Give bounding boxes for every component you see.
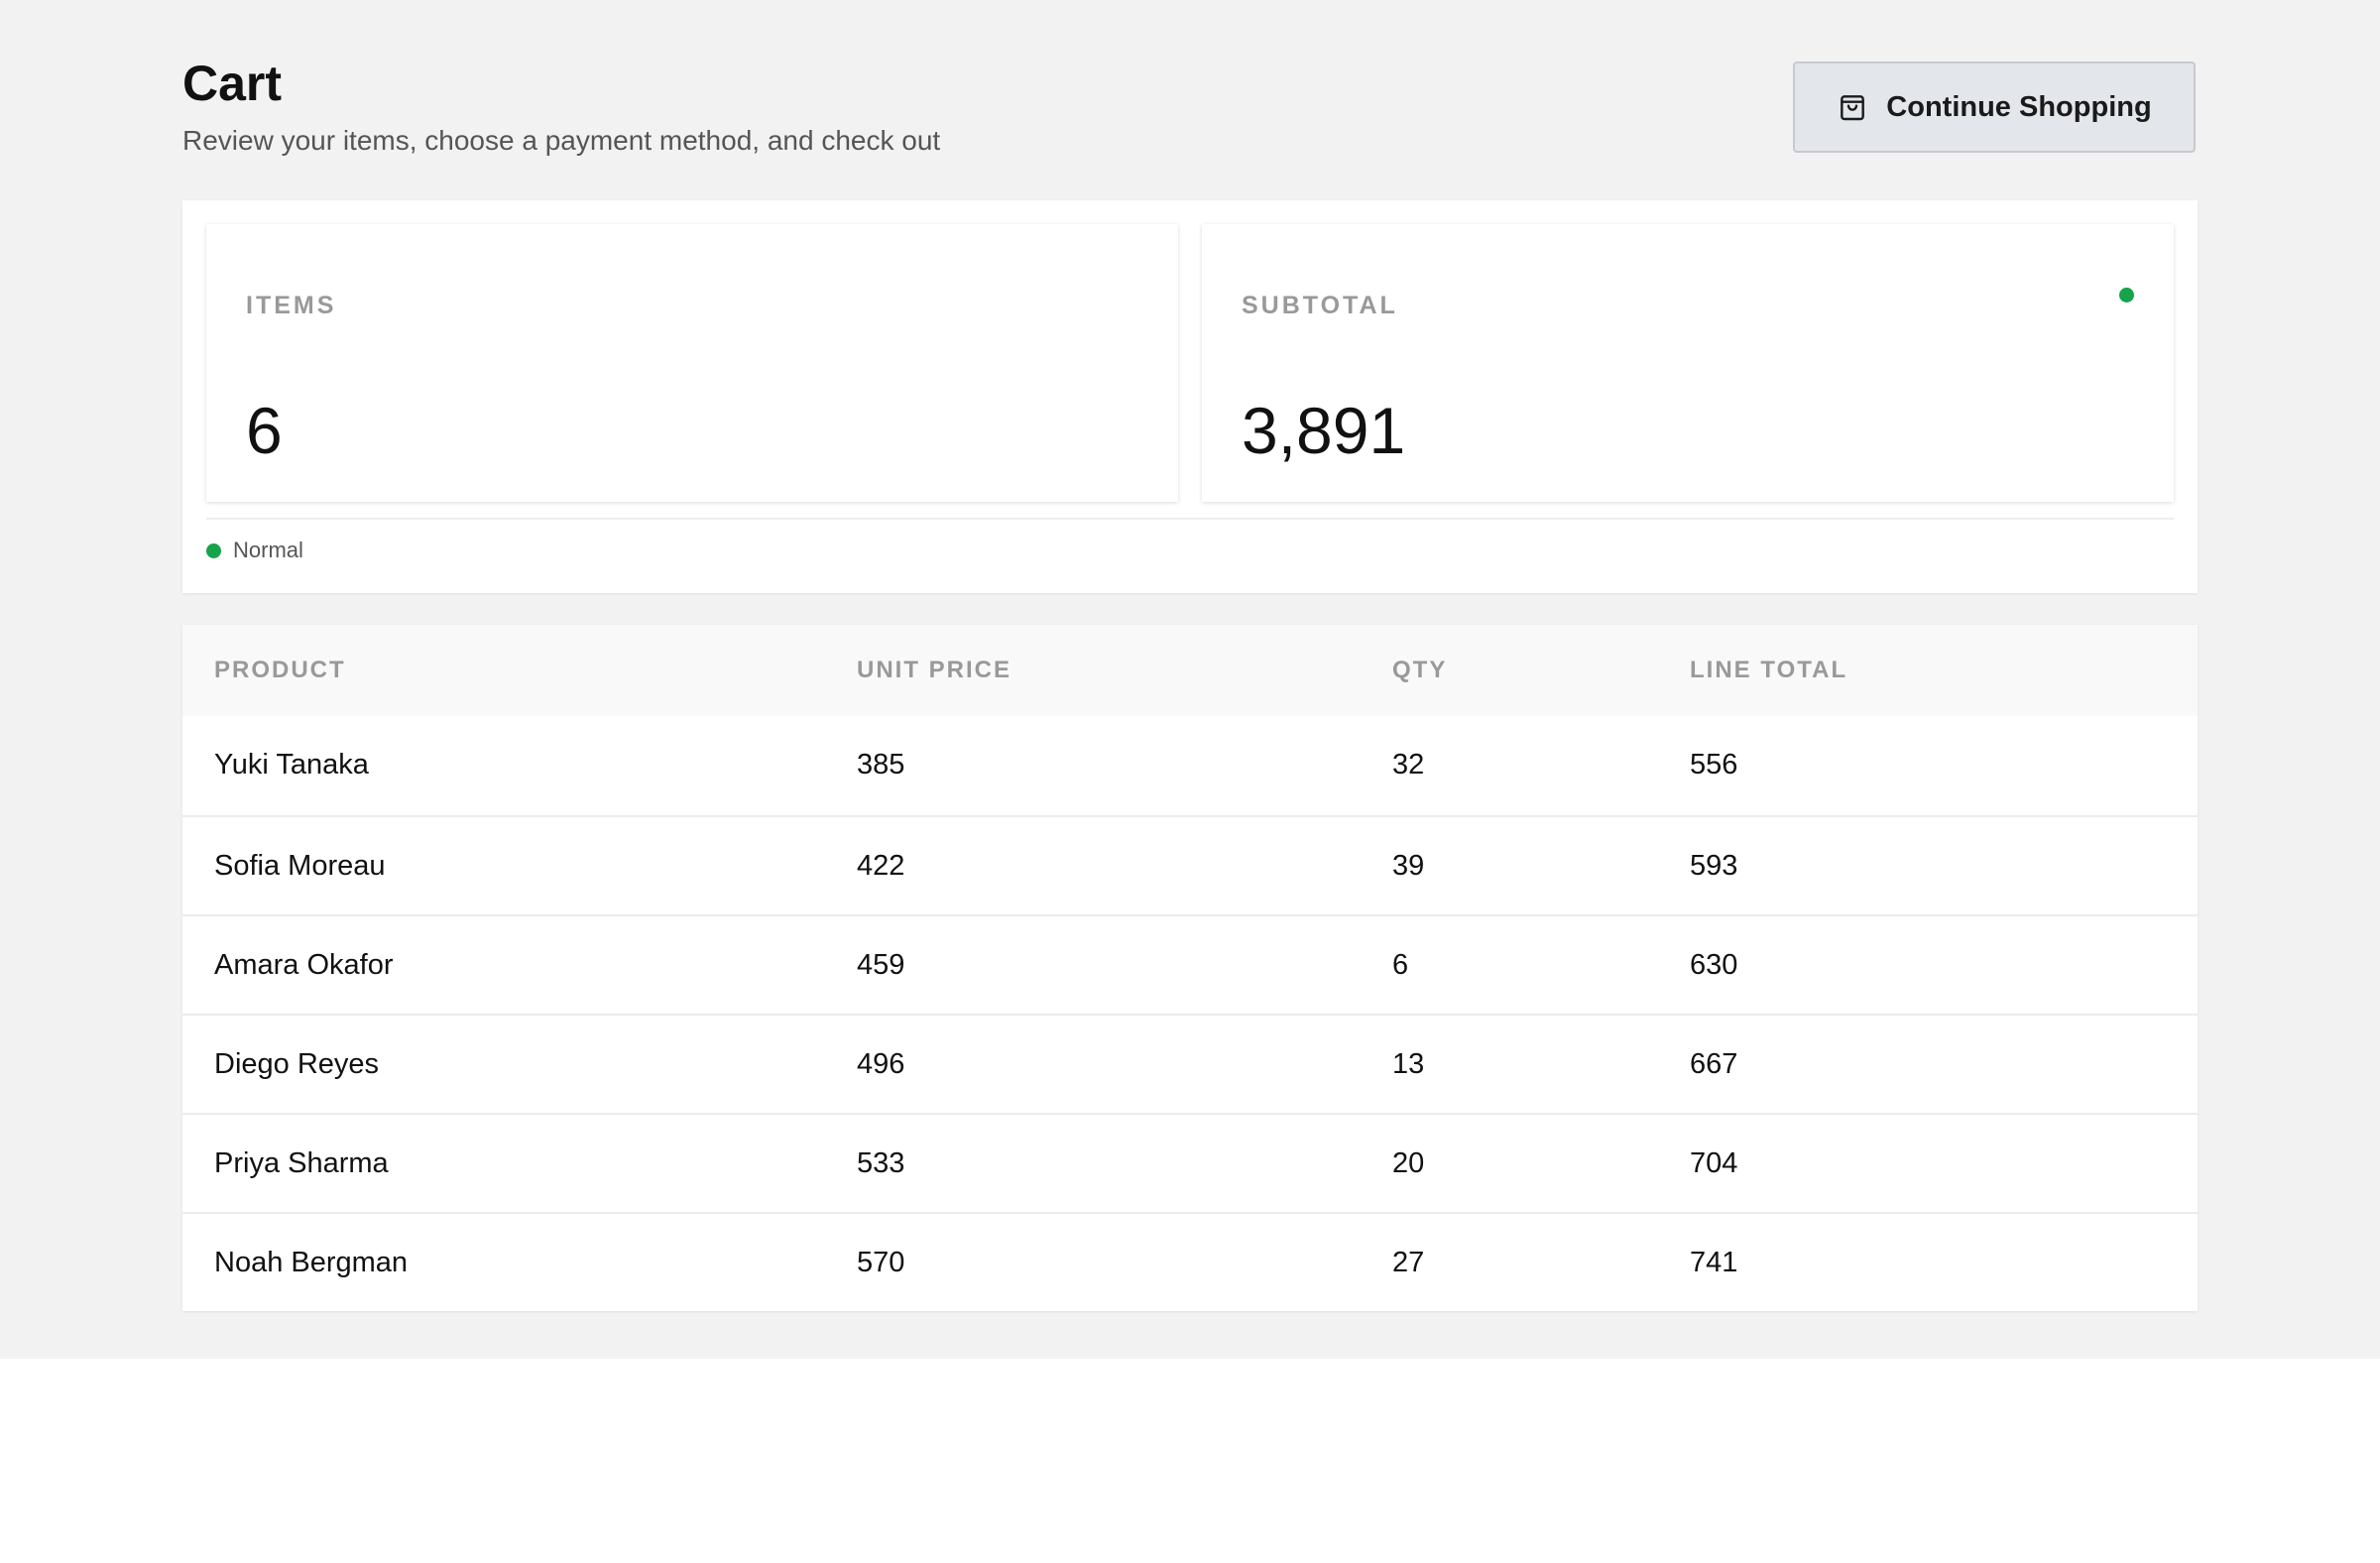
shopping-bag-icon: [1837, 91, 1868, 123]
cell-line-total: 704: [1690, 1147, 1738, 1179]
column-header-qty[interactable]: QTY: [1392, 625, 1447, 716]
cart-page: Cart Review your items, choose a payment…: [0, 0, 2380, 1359]
column-header-line-total[interactable]: LINE TOTAL: [1690, 625, 1847, 716]
cell-product: Yuki Tanaka: [214, 749, 369, 781]
cell-qty: 20: [1392, 1147, 1425, 1179]
cart-table: PRODUCT UNIT PRICE QTY LINE TOTAL Yuki T…: [182, 625, 2198, 1311]
cell-unit-price: 459: [857, 949, 905, 981]
cell-product: Sofia Moreau: [214, 850, 386, 882]
table-row[interactable]: Diego Reyes 496 13 667: [182, 1014, 2198, 1113]
cell-product: Noah Bergman: [214, 1247, 409, 1278]
items-card: ITEMS 6: [206, 224, 1178, 502]
continue-shopping-label: Continue Shopping: [1886, 90, 2152, 123]
cell-unit-price: 385: [857, 749, 905, 781]
cell-unit-price: 496: [857, 1048, 905, 1080]
legend-dot: [206, 542, 221, 558]
cell-qty: 32: [1392, 749, 1425, 781]
cell-product: Priya Sharma: [214, 1147, 389, 1179]
page-header: Cart Review your items, choose a payment…: [182, 54, 940, 159]
table-header: PRODUCT UNIT PRICE QTY LINE TOTAL: [182, 625, 2198, 716]
subtotal-label: SUBTOTAL: [1242, 292, 1398, 319]
cell-qty: 39: [1392, 850, 1425, 882]
cell-line-total: 593: [1690, 850, 1738, 882]
table-row[interactable]: Amara Okafor 459 6 630: [182, 914, 2198, 1014]
cell-unit-price: 570: [857, 1247, 905, 1278]
divider: [206, 518, 2174, 520]
table-row[interactable]: Sofia Moreau 422 39 593: [182, 815, 2198, 914]
cell-product: Diego Reyes: [214, 1048, 380, 1080]
subtotal-card: SUBTOTAL 3,891: [1202, 224, 2174, 502]
status-legend: Normal: [206, 538, 303, 563]
legend-label: Normal: [233, 538, 303, 562]
cell-unit-price: 533: [857, 1147, 905, 1179]
cell-line-total: 630: [1690, 949, 1738, 981]
cell-line-total: 741: [1690, 1247, 1738, 1278]
table-row[interactable]: Priya Sharma 533 20 704: [182, 1113, 2198, 1212]
cell-line-total: 556: [1690, 749, 1738, 781]
subtotal-value: 3,891: [1242, 394, 1406, 467]
cell-qty: 27: [1392, 1247, 1425, 1278]
column-header-unit-price[interactable]: UNIT PRICE: [857, 625, 1012, 716]
status-indicator-dot: [2119, 288, 2134, 302]
cell-qty: 6: [1392, 949, 1409, 981]
table-row[interactable]: Noah Bergman 570 27 741: [182, 1212, 2198, 1311]
page-subtitle: Review your items, choose a payment meth…: [182, 125, 941, 156]
cell-unit-price: 422: [857, 850, 905, 882]
table-body: Yuki Tanaka 385 32 556 Sofia Moreau 422 …: [182, 716, 2198, 1311]
page-title: Cart: [182, 56, 283, 111]
continue-shopping-button[interactable]: Continue Shopping: [1793, 61, 2196, 153]
summary-panel: ITEMS 6 SUBTOTAL 3,891 Normal: [182, 200, 2198, 593]
cell-product: Amara Okafor: [214, 949, 394, 981]
cell-qty: 13: [1392, 1048, 1425, 1080]
cell-line-total: 667: [1690, 1048, 1738, 1080]
table-row[interactable]: Yuki Tanaka 385 32 556: [182, 716, 2198, 815]
column-header-product[interactable]: PRODUCT: [214, 625, 346, 716]
items-value: 6: [246, 394, 283, 467]
items-label: ITEMS: [246, 292, 337, 319]
